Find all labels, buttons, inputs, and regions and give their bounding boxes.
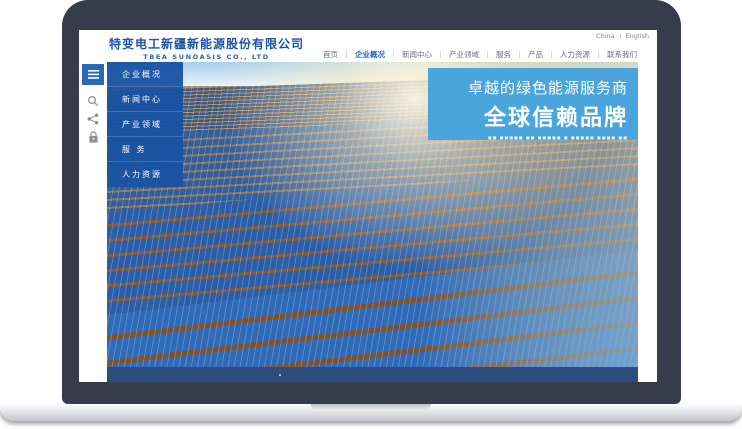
nav-item-industry[interactable]: 产业领域 <box>441 49 487 60</box>
search-icon[interactable] <box>87 95 99 107</box>
site-header: 特变电工新疆新能源股份有限公司 TBEA SUNOASIS CO., LTD C… <box>79 30 657 62</box>
hero-banner: 卓越的绿色能源服务商 全球信赖品牌 ■■ ■■■■■ ■■ ■■■■■ ■ ■■… <box>107 62 638 367</box>
lang-china[interactable]: China <box>596 32 615 40</box>
sidebar-icon-strip <box>79 62 107 382</box>
sidebar-tool-icons <box>79 95 107 144</box>
share-icon[interactable] <box>87 113 99 125</box>
main-nav: 首页 企业概况 新闻中心 产业领域 服务 产品 人力资源 联系我们 <box>315 49 645 60</box>
sidebar-item-news[interactable]: 新闻中心 <box>107 87 183 112</box>
hero-tagline-small: ■■ ■■■■■ ■■ ■■■■■ ■ ■■■■■ ■■■■ ■■ <box>428 135 628 140</box>
sidebar-menu-panel: 企业概况 新闻中心 产业领域 服 务 人力资源 <box>107 62 183 187</box>
site-logo[interactable]: 特变电工新疆新能源股份有限公司 TBEA SUNOASIS CO., LTD <box>109 35 304 61</box>
laptop-frame: 特变电工新疆新能源股份有限公司 TBEA SUNOASIS CO., LTD C… <box>62 0 681 404</box>
lang-divider <box>620 34 621 39</box>
hero-tagline-line1: 卓越的绿色能源服务商 <box>428 77 628 98</box>
nav-item-products[interactable]: 产品 <box>520 49 551 60</box>
carousel-indicator-dot[interactable] <box>279 374 281 376</box>
nav-item-contact[interactable]: 联系我们 <box>599 49 645 60</box>
sidebar-item-company[interactable]: 企业概况 <box>107 62 183 87</box>
sidebar-item-hr[interactable]: 人力资源 <box>107 162 183 187</box>
footer-band <box>107 367 638 382</box>
hero-tagline-line2: 全球信赖品牌 <box>428 100 628 132</box>
nav-item-home[interactable]: 首页 <box>315 49 346 60</box>
logo-title-cn: 特变电工新疆新能源股份有限公司 <box>109 35 304 52</box>
nav-item-hr[interactable]: 人力资源 <box>552 49 598 60</box>
lock-icon[interactable] <box>88 131 99 144</box>
menu-toggle-button[interactable] <box>82 64 104 85</box>
hero-tagline-box: 卓越的绿色能源服务商 全球信赖品牌 ■■ ■■■■■ ■■ ■■■■■ ■ ■■… <box>428 68 638 140</box>
language-switcher: China English <box>596 32 649 40</box>
sidebar-item-industry[interactable]: 产业领域 <box>107 112 183 137</box>
laptop-notch <box>311 404 431 410</box>
laptop-screen: 特变电工新疆新能源股份有限公司 TBEA SUNOASIS CO., LTD C… <box>79 30 657 382</box>
laptop-base <box>0 404 742 421</box>
nav-item-news[interactable]: 新闻中心 <box>394 49 440 60</box>
nav-item-company[interactable]: 企业概况 <box>347 49 393 60</box>
nav-item-service[interactable]: 服务 <box>488 49 519 60</box>
lang-english[interactable]: English <box>626 32 649 40</box>
logo-title-en: TBEA SUNOASIS CO., LTD <box>109 53 304 61</box>
sidebar-item-service[interactable]: 服 务 <box>107 137 183 162</box>
hamburger-icon <box>88 70 99 79</box>
